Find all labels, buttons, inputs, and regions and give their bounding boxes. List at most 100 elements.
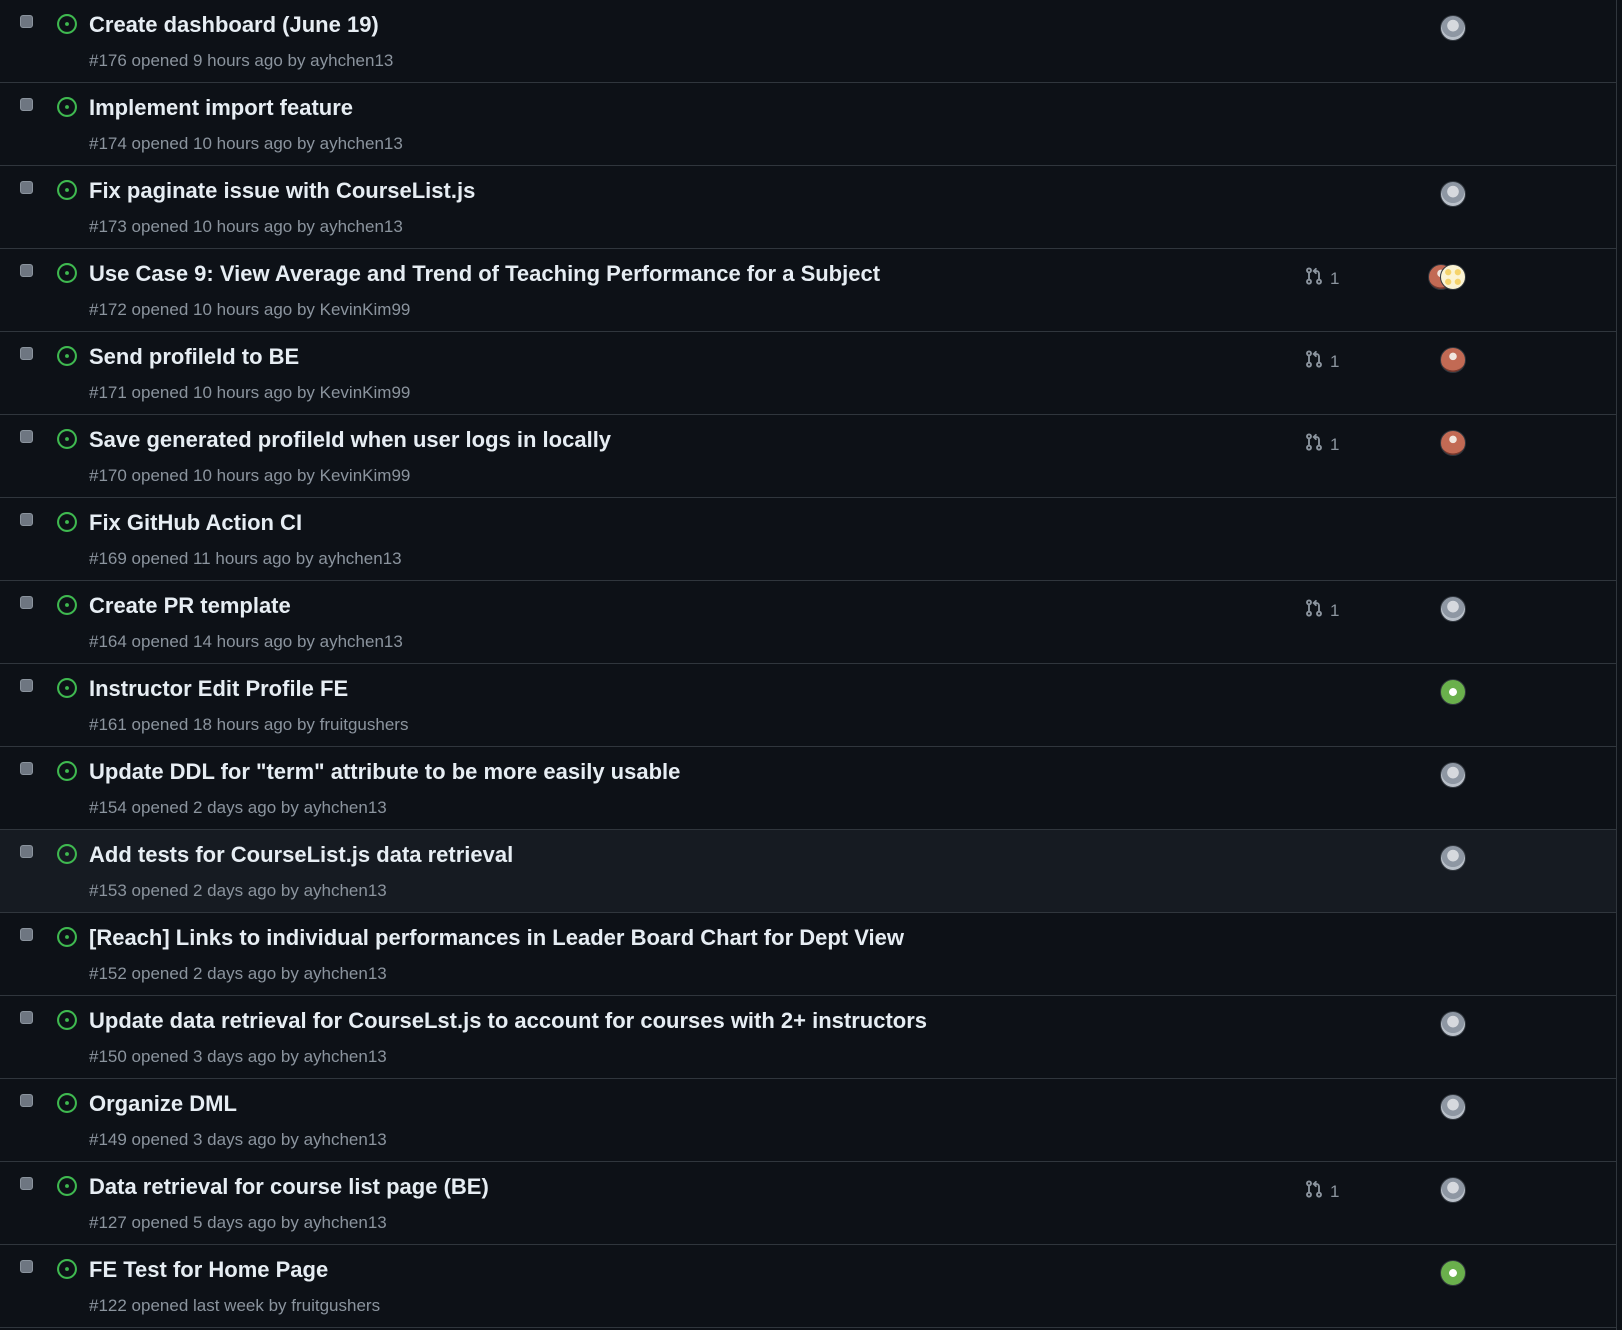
- git-pull-request-icon: [1304, 432, 1324, 457]
- issue-opened-icon: [56, 345, 78, 367]
- assignee-avatar[interactable]: [1440, 181, 1466, 207]
- issue-select-checkbox[interactable]: [20, 15, 33, 28]
- issue-select-checkbox[interactable]: [20, 1011, 33, 1024]
- issue-title-link[interactable]: Instructor Edit Profile FE: [89, 676, 348, 702]
- issue-meta: #164 opened 14 hours ago by ayhchen13: [89, 632, 403, 651]
- issue-select-checkbox[interactable]: [20, 264, 33, 277]
- issue-title-link[interactable]: Create dashboard (June 19): [89, 12, 379, 38]
- issue-meta: #176 opened 9 hours ago by ayhchen13: [89, 51, 394, 70]
- issue-row[interactable]: Instructor Edit Profile FE #161 opened 18…: [0, 664, 1616, 747]
- linked-pr-link[interactable]: 1: [1304, 349, 1339, 374]
- issue-meta: #161 opened 18 hours ago by fruitgushers: [89, 715, 409, 734]
- issue-row[interactable]: Fix paginate issue with CourseList.js #17…: [0, 166, 1616, 249]
- issue-row[interactable]: Implement import feature #174 opened 10 h…: [0, 83, 1616, 166]
- assignee-avatars[interactable]: [1424, 347, 1470, 375]
- issue-select-checkbox[interactable]: [20, 181, 33, 194]
- assignee-avatar[interactable]: [1440, 596, 1466, 622]
- issue-title-link[interactable]: Update DDL for "term" attribute to be mo…: [89, 759, 680, 785]
- linked-pr-link[interactable]: 1: [1304, 266, 1339, 291]
- issue-title-link[interactable]: Add tests for CourseList.js data retriev…: [89, 842, 513, 868]
- issue-row[interactable]: Create dashboard (June 19) #176 opened 9 …: [0, 0, 1616, 83]
- issue-select-checkbox[interactable]: [20, 679, 33, 692]
- assignee-avatar[interactable]: [1440, 347, 1466, 373]
- issue-select-checkbox[interactable]: [20, 845, 33, 858]
- issue-row[interactable]: Use Case 9: View Average and Trend of Te…: [0, 249, 1616, 332]
- issue-title-link[interactable]: Create PR template: [89, 593, 291, 619]
- assignee-avatar[interactable]: [1440, 762, 1466, 788]
- issue-title-link[interactable]: [Reach] Links to individual performances…: [89, 925, 904, 951]
- assignee-avatars[interactable]: [1424, 762, 1470, 790]
- issue-title-link[interactable]: Update data retrieval for CourseLst.js t…: [89, 1008, 927, 1034]
- assignee-avatar[interactable]: [1440, 1011, 1466, 1037]
- issue-select-checkbox[interactable]: [20, 430, 33, 443]
- assignee-avatar[interactable]: [1440, 1260, 1466, 1286]
- issue-row[interactable]: Save generated profileId when user logs …: [0, 415, 1616, 498]
- git-pull-request-icon: [1304, 266, 1324, 291]
- assignee-avatars[interactable]: [1424, 1094, 1470, 1122]
- linked-pr-count: 1: [1330, 600, 1340, 620]
- issue-meta: #174 opened 10 hours ago by ayhchen13: [89, 134, 403, 153]
- issue-row[interactable]: FE Test for Home Page #122 opened last we…: [0, 1245, 1616, 1328]
- assignee-avatar[interactable]: [1440, 15, 1466, 41]
- issue-meta: #150 opened 3 days ago by ayhchen13: [89, 1047, 387, 1066]
- assignee-avatars[interactable]: [1424, 1011, 1470, 1039]
- issue-meta: #152 opened 2 days ago by ayhchen13: [89, 964, 387, 983]
- linked-pr-link[interactable]: 1: [1304, 432, 1339, 457]
- issue-select-checkbox[interactable]: [20, 1177, 33, 1190]
- issue-row[interactable]: Add tests for CourseList.js data retriev…: [0, 830, 1616, 913]
- issue-row[interactable]: Update DDL for "term" attribute to be mo…: [0, 747, 1616, 830]
- issue-select-checkbox[interactable]: [20, 596, 33, 609]
- assignee-avatars[interactable]: [1424, 1177, 1470, 1205]
- assignee-avatars[interactable]: [1424, 845, 1470, 873]
- issue-meta: #154 opened 2 days ago by ayhchen13: [89, 798, 387, 817]
- issue-row[interactable]: Send profileId to BE #171 opened 10 hours…: [0, 332, 1616, 415]
- linked-pr-link[interactable]: 1: [1304, 1179, 1339, 1204]
- issue-title-link[interactable]: Fix GitHub Action CI: [89, 510, 302, 536]
- assignee-avatar[interactable]: [1440, 264, 1466, 290]
- issue-meta: #172 opened 10 hours ago by KevinKim99: [89, 300, 411, 319]
- issue-opened-icon: [56, 1175, 78, 1197]
- issue-select-checkbox[interactable]: [20, 513, 33, 526]
- issue-select-checkbox[interactable]: [20, 1094, 33, 1107]
- issue-row[interactable]: [Reach] Links to individual performances…: [0, 913, 1616, 996]
- issue-row[interactable]: Organize DML #149 opened 3 days ago by ay…: [0, 1079, 1616, 1162]
- issue-title-link[interactable]: Data retrieval for course list page (BE): [89, 1174, 489, 1200]
- assignee-avatar[interactable]: [1440, 1094, 1466, 1120]
- linked-pr-link[interactable]: 1: [1304, 598, 1339, 623]
- issue-select-checkbox[interactable]: [20, 928, 33, 941]
- issue-opened-icon: [56, 262, 78, 284]
- issue-select-checkbox[interactable]: [20, 98, 33, 111]
- issue-meta: #173 opened 10 hours ago by ayhchen13: [89, 217, 403, 236]
- issue-select-checkbox[interactable]: [20, 762, 33, 775]
- issue-title-link[interactable]: Send profileId to BE: [89, 344, 299, 370]
- issue-row[interactable]: Create PR template #164 opened 14 hours a…: [0, 581, 1616, 664]
- assignee-avatars[interactable]: [1424, 430, 1470, 458]
- issue-title-link[interactable]: Implement import feature: [89, 95, 353, 121]
- assignee-avatars[interactable]: [1424, 181, 1470, 209]
- linked-pr-count: 1: [1330, 1181, 1340, 1201]
- issue-row[interactable]: Update data retrieval for CourseLst.js t…: [0, 996, 1616, 1079]
- assignee-avatars[interactable]: [1424, 15, 1470, 43]
- assignee-avatars[interactable]: [1424, 1260, 1470, 1288]
- issue-title-link[interactable]: Fix paginate issue with CourseList.js: [89, 178, 475, 204]
- issue-opened-icon: [56, 1258, 78, 1280]
- issue-title-link[interactable]: Save generated profileId when user logs …: [89, 427, 611, 453]
- issue-row[interactable]: Fix GitHub Action CI #169 opened 11 hours…: [0, 498, 1616, 581]
- issue-title-link[interactable]: Organize DML: [89, 1091, 237, 1117]
- assignee-avatar[interactable]: [1440, 430, 1466, 456]
- assignee-avatars[interactable]: [1424, 679, 1470, 707]
- assignee-avatar[interactable]: [1440, 1177, 1466, 1203]
- assignee-avatars[interactable]: [1424, 596, 1470, 624]
- issue-title-link[interactable]: Use Case 9: View Average and Trend of Te…: [89, 261, 880, 287]
- assignee-avatar[interactable]: [1440, 679, 1466, 705]
- issue-title-link[interactable]: FE Test for Home Page: [89, 1257, 328, 1283]
- assignee-avatar[interactable]: [1440, 845, 1466, 871]
- assignee-avatars[interactable]: [1424, 264, 1470, 292]
- issue-opened-icon: [56, 677, 78, 699]
- issue-select-checkbox[interactable]: [20, 347, 33, 360]
- issue-select-checkbox[interactable]: [20, 1260, 33, 1273]
- issue-row[interactable]: Data retrieval for course list page (BE)…: [0, 1162, 1616, 1245]
- issue-meta: #127 opened 5 days ago by ayhchen13: [89, 1213, 387, 1232]
- issue-opened-icon: [56, 511, 78, 533]
- git-pull-request-icon: [1304, 598, 1324, 623]
